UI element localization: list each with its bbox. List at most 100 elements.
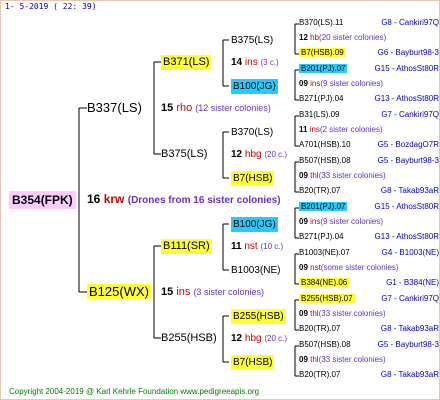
- leaf-row: B201(PJ).07 G15 - AthosSt80R: [299, 64, 439, 74]
- root-queen[interactable]: B354(FPK): [9, 191, 76, 209]
- leaf-queen[interactable]: B271(PJ).04: [299, 94, 343, 103]
- leaf-row: B271(PJ).04 G13 - AthosSt80R: [299, 94, 439, 104]
- g2-1-drone-info: 14 ins (3 c.): [231, 56, 279, 69]
- g2-queen-1[interactable]: B371(LS): [161, 55, 212, 70]
- g1-2-code: ins: [176, 286, 191, 298]
- leaf-drone-num: 09: [299, 217, 311, 226]
- leaf-row: 09 ins(9 sister colonies): [299, 217, 439, 227]
- leaf-breeding-info: G13 - AthosSt80R: [374, 232, 439, 241]
- leaf-drone-note: (9 sister colonies): [320, 79, 384, 88]
- leaf-drone-note: (33 sister colonies): [318, 171, 386, 180]
- leaf-row: B1003(NE).07 G4 - B1003(NE): [299, 248, 439, 258]
- leaf-drone-num: 12: [299, 33, 311, 42]
- leaf-drone-num: 09: [299, 309, 311, 318]
- leaf-queen[interactable]: B31(LS).09: [299, 110, 339, 119]
- g1-queen-1[interactable]: B337(LS): [87, 100, 142, 115]
- leaf-queen[interactable]: B1003(NE).07: [299, 248, 350, 257]
- g3-queen-6[interactable]: B1003(NE): [231, 263, 280, 278]
- g2-queen-3[interactable]: B111(SR): [161, 239, 212, 254]
- g2-2-drone-info: 12 hbg (20 c.): [231, 148, 287, 161]
- leaf-drone-code: thl: [310, 309, 319, 318]
- leaf-row: B370(LS).11 G8 - Cankiri97Q: [299, 18, 439, 28]
- leaf-breeding-info: G8 - Takab93aR: [380, 186, 439, 195]
- leaf-drone-num: 09: [299, 171, 311, 180]
- leaf-row: B271(PJ).04 G13 - AthosSt80R: [299, 232, 439, 242]
- g3-queen-3[interactable]: B370(LS): [231, 125, 273, 140]
- g1-1-num: 15: [161, 102, 174, 114]
- leaf-queen[interactable]: B7(HSB).09: [299, 48, 346, 57]
- leaf-row: B507(HSB).08 G5 - Bayburt98-3: [299, 156, 439, 166]
- leaf-queen[interactable]: B271(PJ).04: [299, 232, 343, 241]
- leaf-queen[interactable]: B255(HSB).07: [299, 294, 355, 303]
- leaf-row: 09 ins(9 sister colonies): [299, 79, 439, 89]
- g2-2-code: hbg: [244, 149, 262, 160]
- leaf-breeding-info: G7 - Cankiri97Q: [381, 110, 439, 119]
- leaf-row: B255(HSB).07 G7 - Cankiri97Q: [299, 294, 439, 304]
- g2-3-code: nst: [244, 241, 258, 252]
- g2-4-drone-info: 12 hbg (20 c.): [231, 332, 287, 345]
- leaf-drone-num: 09: [299, 355, 311, 364]
- leaf-breeding-info: G15 - AthosSt80R: [374, 202, 439, 211]
- g1-1-code: rho: [176, 102, 193, 114]
- leaf-drone-num: 09: [299, 263, 311, 272]
- g3-queen-5[interactable]: B100(JG): [231, 217, 278, 232]
- leaf-queen[interactable]: B370(LS).11: [299, 18, 343, 27]
- leaf-row: 11 ins(2 sister colonies): [299, 125, 439, 135]
- leaf-queen[interactable]: B201(PJ).07: [299, 202, 348, 211]
- g3-queen-7[interactable]: B255(HSB): [231, 309, 286, 324]
- g3-queen-4[interactable]: B7(HSB): [231, 171, 275, 186]
- leaf-queen[interactable]: B20(TR).07: [299, 186, 340, 195]
- leaf-drone-note: (2 sister colonies): [319, 125, 383, 134]
- g2-3-num: 11: [231, 241, 242, 252]
- leaf-row: 09 thl(33 sister colonies): [299, 355, 439, 365]
- g2-1-note: (3 c.): [260, 58, 279, 67]
- leaf-row: B20(TR).07 G8 - Takab93aR: [299, 324, 439, 334]
- leaf-drone-code: thl: [310, 355, 319, 364]
- g3-queen-2[interactable]: B100(JG): [231, 79, 278, 94]
- leaf-row: B507(HSB).08 G5 - Bayburt98-3: [299, 340, 439, 350]
- leaf-row: 09 nst(some sister colonies): [299, 263, 439, 273]
- copyright-footer: Copyright 2004-2019 @ Karl Kehrle Founda…: [9, 387, 260, 396]
- g3-queen-1[interactable]: B375(LS): [231, 33, 273, 48]
- leaf-drone-note: (20 sister colonies): [319, 33, 387, 42]
- g2-queen-2[interactable]: B375(LS): [161, 147, 207, 162]
- leaf-drone-code: ins: [310, 217, 321, 226]
- leaf-row: 12 hb(20 sister colonies): [299, 33, 439, 43]
- leaf-breeding-info: G4 - B1003(NE): [381, 248, 439, 257]
- g2-3-note: (10 c.): [260, 242, 284, 251]
- g1-2-drone-info: 15 ins (3 sister colonies): [161, 286, 264, 299]
- leaf-queen[interactable]: B20(TR).07: [299, 324, 340, 333]
- g2-queen-4[interactable]: B255(HSB): [161, 331, 217, 346]
- root-gen-note: (Drones from 16 sister colonies): [127, 195, 281, 206]
- leaf-breeding-info: G5 - Bayburt98-3: [377, 340, 439, 349]
- g1-queen-2[interactable]: B125(WX): [87, 284, 151, 299]
- leaf-drone-code: ins: [310, 79, 321, 88]
- leaf-drone-code: nst: [310, 263, 321, 272]
- leaf-row: B31(LS).09 G7 - Cankiri97Q: [299, 110, 439, 120]
- leaf-queen[interactable]: B201(PJ).07: [299, 64, 348, 73]
- root-drone-info: 16 krw (Drones from 16 sister colonies): [87, 193, 281, 207]
- g2-3-drone-info: 11 nst (10 c.): [231, 240, 283, 253]
- leaf-breeding-info: G8 - Takab93aR: [380, 324, 439, 333]
- g3-queen-8[interactable]: B7(HSB): [231, 355, 275, 370]
- g2-4-num: 12: [231, 333, 243, 344]
- leaf-breeding-info: G8 - Takab93aR: [380, 370, 439, 379]
- leaf-breeding-info: G5 - BozdagO7R: [377, 140, 439, 149]
- leaf-queen[interactable]: B20(TR).07: [299, 370, 340, 379]
- leaf-breeding-info: G7 - Cankiri97Q: [381, 294, 439, 303]
- pedigree-chart: 1- 5-2019 ( 22: 39) B354(FPK) 16 krw (Dr…: [0, 0, 440, 400]
- g1-2-num: 15: [161, 286, 174, 298]
- leaf-drone-code: ins: [309, 125, 320, 134]
- leaf-breeding-info: G13 - AthosSt80R: [374, 94, 439, 103]
- leaf-breeding-info: G15 - AthosSt80R: [374, 64, 439, 73]
- g2-2-num: 12: [231, 149, 243, 160]
- leaf-queen[interactable]: B507(HSB).08: [299, 156, 351, 165]
- leaf-queen[interactable]: B384(NE).06: [299, 278, 350, 287]
- g2-1-num: 14: [231, 57, 243, 68]
- g2-2-note: (20 c.): [264, 150, 288, 159]
- leaf-breeding-info: G6 - Bayburt98-3: [377, 48, 439, 57]
- leaf-queen[interactable]: A701(HSB).10: [299, 140, 351, 149]
- leaf-breeding-info: G5 - Bayburt98-3: [377, 156, 439, 165]
- leaf-drone-note: (33 sister colonies): [318, 355, 386, 364]
- leaf-queen[interactable]: B507(HSB).08: [299, 340, 351, 349]
